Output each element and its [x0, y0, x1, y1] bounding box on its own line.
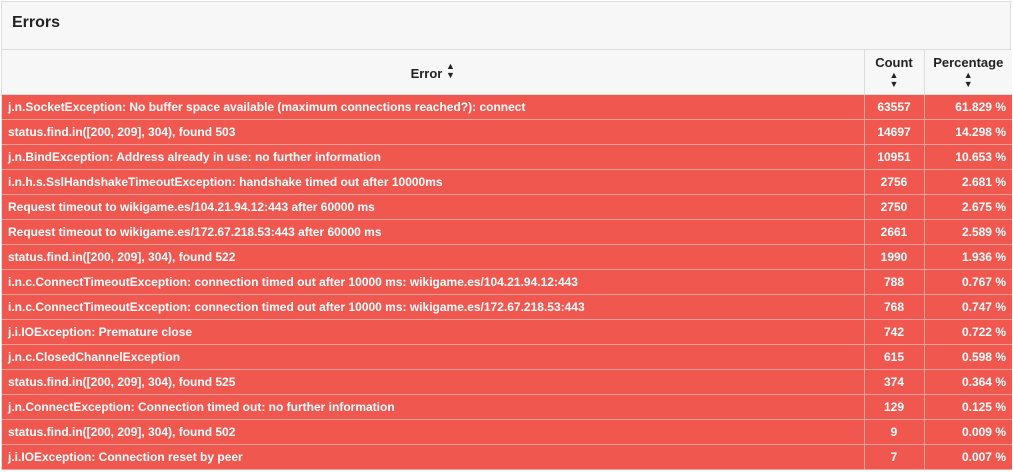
count-cell: 2756 [864, 169, 925, 195]
percentage-cell: 0.364 % [924, 369, 1012, 395]
percentage-cell: 0.722 % [924, 319, 1012, 345]
error-cell: j.i.IOException: Connection reset by pee… [2, 444, 865, 470]
error-cell: j.i.IOException: Premature close [2, 319, 865, 345]
count-cell: 742 [864, 319, 925, 345]
column-header-label: Count [875, 54, 913, 70]
error-cell: status.find.in([200, 209], 304), found 5… [2, 369, 865, 395]
table-row: j.i.IOException: Connection reset by pee… [2, 444, 1012, 470]
percentage-cell: 0.125 % [924, 394, 1012, 420]
percentage-cell: 61.829 % [924, 94, 1012, 120]
sort-icon[interactable]: ▲ ▼ [865, 70, 924, 89]
sort-icon[interactable]: ▲ ▼ [925, 70, 1013, 89]
column-header-label: Error [410, 66, 443, 82]
table-row: Request timeout to wikigame.es/172.67.21… [2, 219, 1012, 245]
count-cell: 374 [864, 369, 925, 395]
error-cell: status.find.in([200, 209], 304), found 5… [2, 119, 865, 145]
table-row: status.find.in([200, 209], 304), found 5… [2, 419, 1012, 445]
table-row: j.n.c.ClosedChannelException 615 0.598 % [2, 344, 1012, 370]
error-cell: Request timeout to wikigame.es/172.67.21… [2, 219, 865, 245]
percentage-cell: 2.681 % [924, 169, 1012, 195]
table-row: i.n.h.s.SslHandshakeTimeoutException: ha… [2, 169, 1012, 195]
error-cell: status.find.in([200, 209], 304), found 5… [2, 419, 865, 445]
count-cell: 1990 [864, 244, 925, 270]
table-row: j.n.SocketException: No buffer space ava… [2, 94, 1012, 120]
table-row: i.n.c.ConnectTimeoutException: connectio… [2, 294, 1012, 320]
count-cell: 768 [864, 294, 925, 320]
count-cell: 2661 [864, 219, 925, 245]
count-cell: 63557 [864, 94, 925, 120]
percentage-cell: 10.653 % [924, 144, 1012, 170]
count-cell: 129 [864, 394, 925, 420]
error-cell: j.n.c.ClosedChannelException [2, 344, 865, 370]
percentage-cell: 2.675 % [924, 194, 1012, 220]
error-cell: i.n.h.s.SslHandshakeTimeoutException: ha… [2, 169, 865, 195]
count-cell: 615 [864, 344, 925, 370]
percentage-cell: 0.767 % [924, 269, 1012, 295]
error-cell: status.find.in([200, 209], 304), found 5… [2, 244, 865, 270]
percentage-cell: 0.747 % [924, 294, 1012, 320]
panel-title: Errors [2, 2, 1010, 50]
table-row: Request timeout to wikigame.es/104.21.94… [2, 194, 1012, 220]
column-header-error[interactable]: Error ▲ ▼ [2, 50, 865, 95]
table-row: status.find.in([200, 209], 304), found 5… [2, 119, 1012, 145]
percentage-cell: 14.298 % [924, 119, 1012, 145]
column-header-count[interactable]: Count ▲ ▼ [864, 50, 925, 95]
table-row: j.i.IOException: Premature close 742 0.722… [2, 319, 1012, 345]
error-cell: j.n.SocketException: No buffer space ava… [2, 94, 865, 120]
percentage-cell: 0.009 % [924, 419, 1012, 445]
table-row: status.find.in([200, 209], 304), found 5… [2, 369, 1012, 395]
table-body: j.n.SocketException: No buffer space ava… [2, 94, 1012, 470]
sort-icon[interactable]: ▲ ▼ [446, 62, 455, 80]
count-cell: 788 [864, 269, 925, 295]
percentage-cell: 2.589 % [924, 219, 1012, 245]
error-cell: j.n.BindException: Address already in us… [2, 144, 865, 170]
table-row: i.n.c.ConnectTimeoutException: connectio… [2, 269, 1012, 295]
table-header-row: Error ▲ ▼ Count ▲ ▼ Percentage ▲ ▼ [2, 50, 1013, 95]
count-cell: 2750 [864, 194, 925, 220]
percentage-cell: 0.007 % [924, 444, 1012, 470]
errors-panel: Errors Error ▲ ▼ Count ▲ ▼ Percentage ▲ ▼ [1, 1, 1012, 470]
error-cell: j.n.ConnectException: Connection timed o… [2, 394, 865, 420]
percentage-cell: 0.598 % [924, 344, 1012, 370]
table-row: j.n.ConnectException: Connection timed o… [2, 394, 1012, 420]
percentage-cell: 1.936 % [924, 244, 1012, 270]
count-cell: 7 [864, 444, 925, 470]
error-cell: i.n.c.ConnectTimeoutException: connectio… [2, 269, 865, 295]
count-cell: 14697 [864, 119, 925, 145]
errors-table: Error ▲ ▼ Count ▲ ▼ Percentage ▲ ▼ j.n.Sock… [2, 50, 1012, 470]
error-cell: Request timeout to wikigame.es/104.21.94… [2, 194, 865, 220]
error-cell: i.n.c.ConnectTimeoutException: connectio… [2, 294, 865, 320]
column-header-percentage[interactable]: Percentage ▲ ▼ [924, 50, 1013, 95]
count-cell: 10951 [864, 144, 925, 170]
table-row: j.n.BindException: Address already in us… [2, 144, 1012, 170]
column-header-label: Percentage [933, 54, 1004, 70]
table-row: status.find.in([200, 209], 304), found 5… [2, 244, 1012, 270]
count-cell: 9 [864, 419, 925, 445]
